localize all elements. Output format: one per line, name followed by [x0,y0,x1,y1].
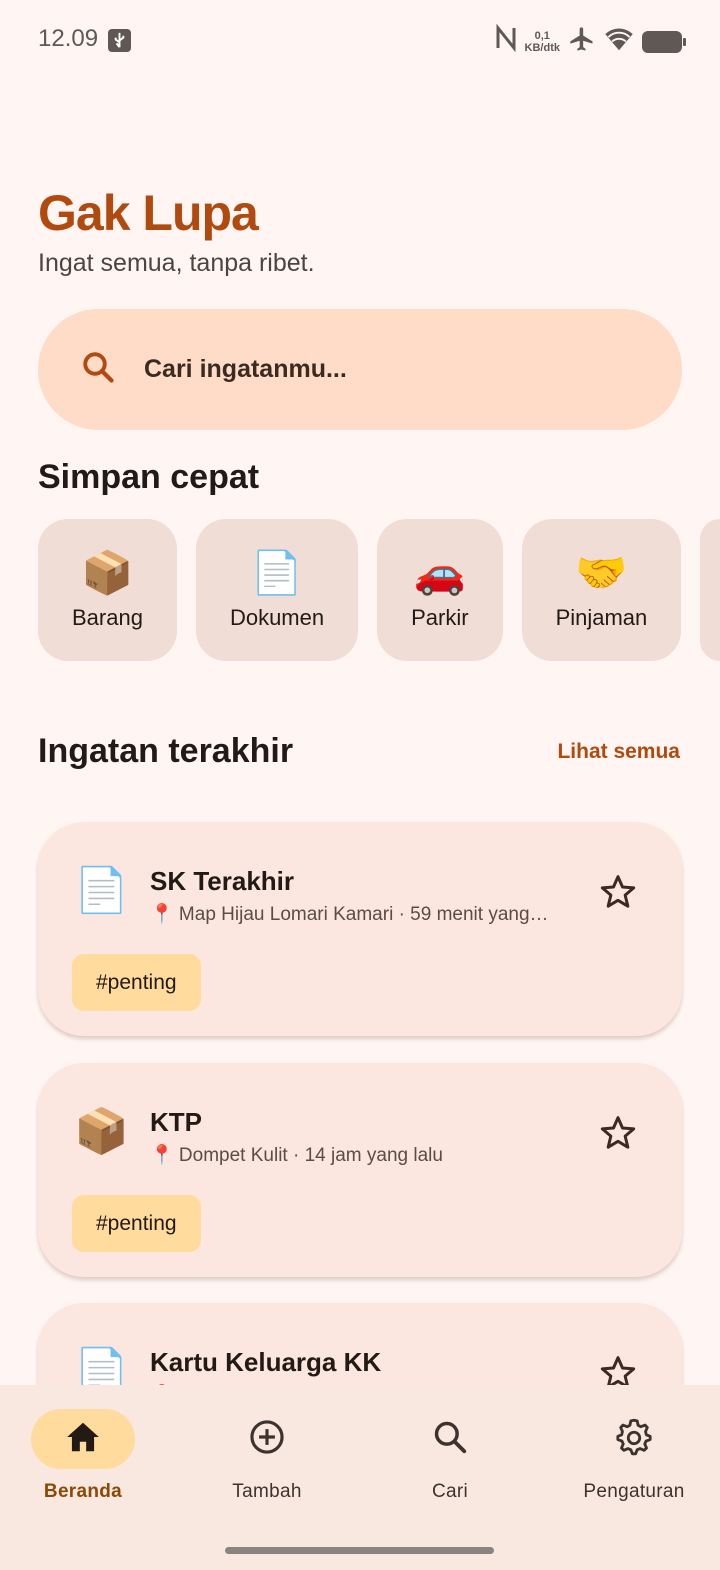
star-icon[interactable] [598,1113,638,1153]
document-icon: 📄 [74,866,129,915]
nav-label: Tambah [232,1481,302,1502]
network-speed-unit: KB/dtk [524,41,560,54]
network-speed: 0,1 KB/dtk [525,30,560,54]
nav-beranda[interactable]: Beranda [0,1409,173,1503]
document-icon: 📄 [250,549,304,596]
wifi-icon [604,26,634,57]
app-subtitle: Ingat semua, tanpa ribet. [38,249,315,277]
quick-save-barang[interactable]: 📦 Barang [38,519,177,661]
nfc-icon [495,23,517,59]
quick-save-dokumen[interactable]: 📄 Dokumen [195,519,359,661]
nav-label: Beranda [43,1481,123,1502]
box-icon: 📦 [81,549,134,596]
box-icon: 📦 [74,1107,129,1156]
nav-pill [398,1409,502,1469]
nav-pill [31,1409,135,1469]
settings-icon [615,1418,653,1461]
memory-meta: 📍 Map Hijau Lomari Kamari · 59 menit yan… [150,904,550,925]
add-circle-icon [248,1418,286,1461]
nav-label: Cari [431,1481,469,1502]
memory-meta: 📍 Dompet Kulit · 14 jam yang lalu [150,1145,443,1166]
car-icon: 🚗 [413,549,466,596]
network-speed-value: 0,1 [534,29,550,42]
star-icon[interactable] [598,872,638,912]
status-bar: 12.09 0,1 KB/dtk [0,0,720,80]
tag-chip[interactable]: #penting [72,1195,201,1252]
quick-save-label: Barang [72,605,143,630]
airplane-icon [568,25,596,58]
search-icon [431,1418,469,1461]
memory-title: SK Terakhir [150,866,295,896]
see-all-link[interactable]: Lihat semua [557,740,680,764]
quick-save-label: Parkir [411,605,469,630]
quick-save-pinjaman[interactable]: 🤝 Pinjaman [521,519,682,661]
nav-tambah[interactable]: Tambah [177,1409,357,1503]
memory-card[interactable]: 📦 KTP 📍 Dompet Kulit · 14 jam yang lalu … [38,1063,682,1277]
recent-title: Ingatan terakhir [38,732,294,770]
memory-title: KTP [150,1107,202,1137]
app-title: Gak Lupa [38,185,259,241]
tag-chip[interactable]: #penting [72,954,201,1011]
quick-save-row: 📦 Barang 📄 Dokumen 🚗 Parkir 🤝 Pinjaman [38,519,720,661]
memory-title: Kartu Keluarga KK [150,1347,382,1377]
quick-save-parkir[interactable]: 🚗 Parkir [377,519,503,661]
nav-pengaturan[interactable]: Pengaturan [544,1409,720,1503]
nav-label: Pengaturan [583,1481,685,1502]
nav-pill [582,1409,686,1469]
search-icon [80,349,116,390]
status-time: 12.09 [38,25,99,52]
home-icon [64,1418,102,1461]
search-bar[interactable]: Cari ingatanmu... [38,309,682,430]
nav-pill [215,1409,319,1469]
home-indicator[interactable] [225,1547,494,1554]
quick-save-more[interactable] [700,519,720,661]
memory-card[interactable]: 📄 SK Terakhir 📍 Map Hijau Lomari Kamari … [38,822,682,1036]
status-icons: 0,1 KB/dtk [495,23,686,59]
search-input[interactable]: Cari ingatanmu... [144,355,347,384]
quick-save-title: Simpan cepat [38,458,260,496]
bottom-nav: Beranda Tambah Cari Pengaturan [0,1385,720,1570]
battery-icon [642,30,686,53]
nav-cari[interactable]: Cari [360,1409,540,1503]
quick-save-label: Pinjaman [555,605,648,630]
handshake-icon: 🤝 [575,549,628,596]
quick-save-label: Dokumen [229,605,325,630]
usb-icon [108,29,131,52]
